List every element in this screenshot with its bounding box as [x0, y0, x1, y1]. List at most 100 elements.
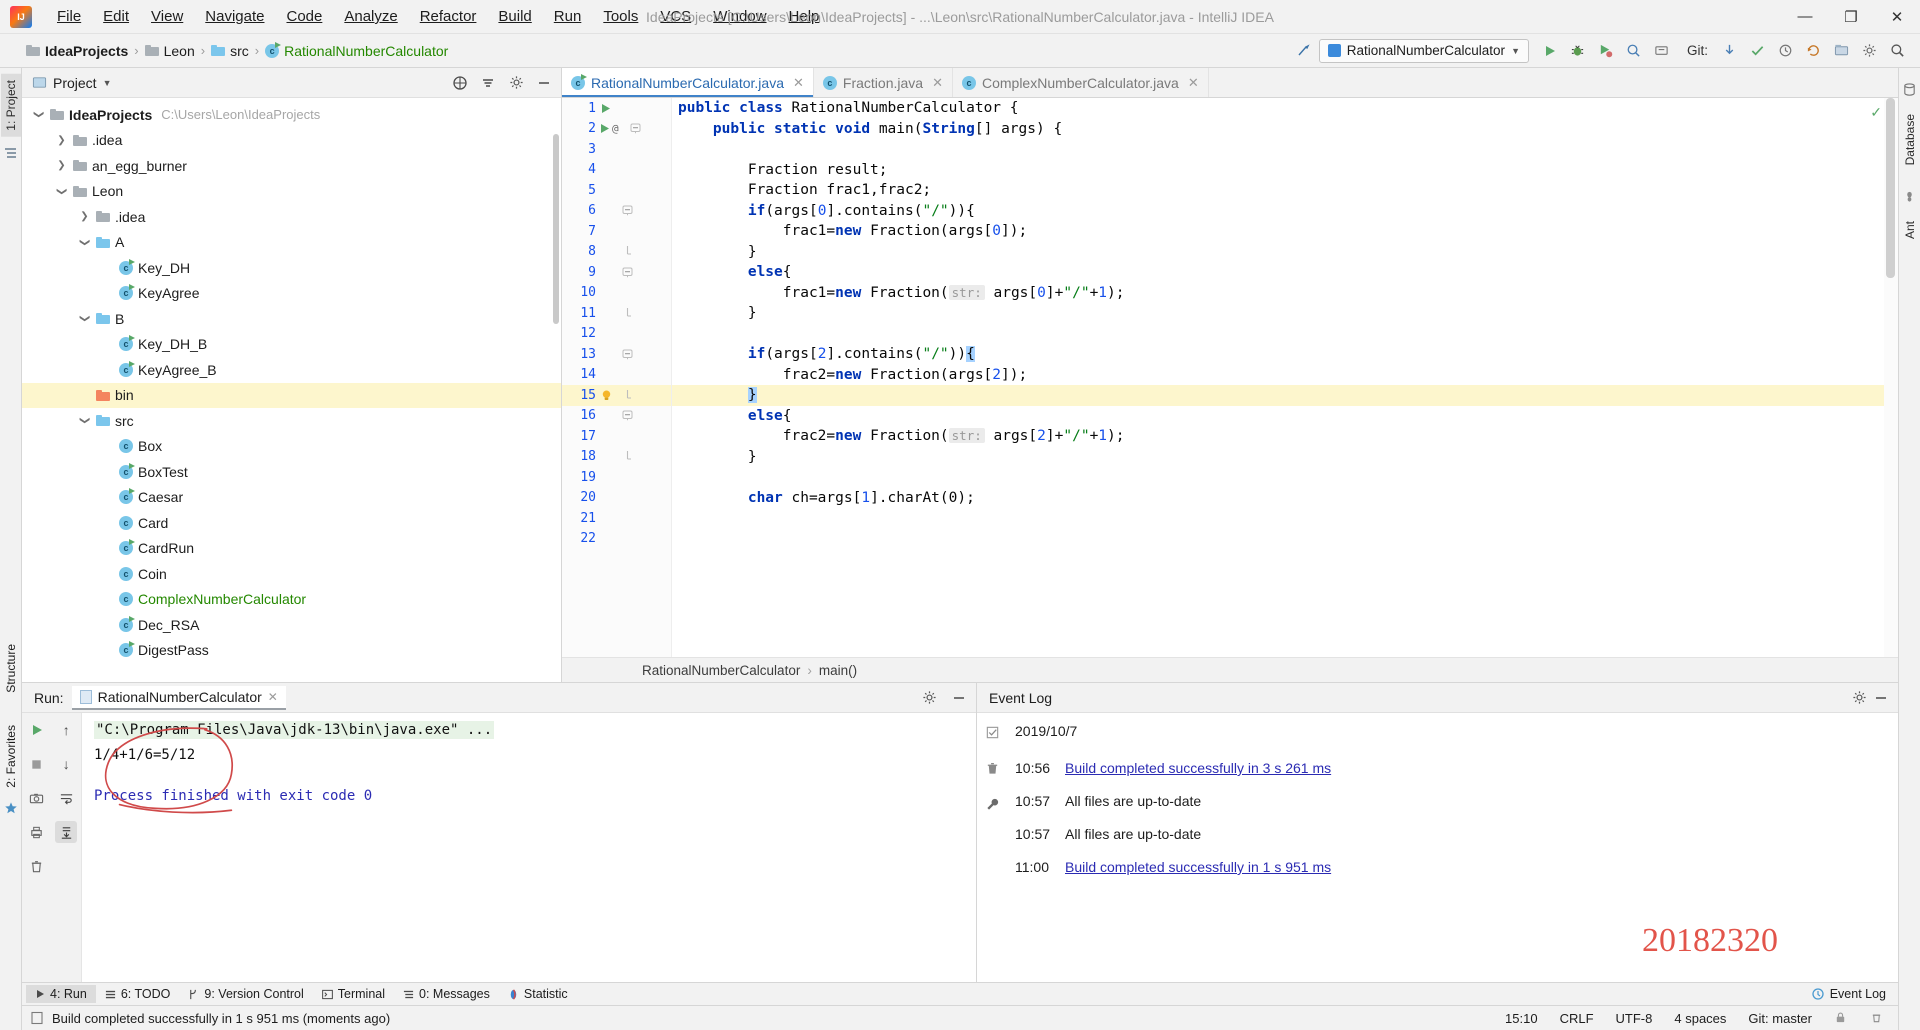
soft-wrap-icon[interactable] [55, 787, 77, 809]
gutter-line[interactable]: 1 [562, 98, 671, 119]
sidebar-tab-structure[interactable]: Structure [2, 640, 20, 697]
tree-node[interactable]: c Key_DH_B [22, 332, 561, 358]
chevron-down-icon[interactable]: ❯ [79, 236, 90, 249]
code-line[interactable]: char ch=args[1].charAt(0); [678, 488, 1884, 509]
breadcrumb-leon[interactable]: Leon [141, 41, 199, 61]
close-button[interactable]: ✕ [1874, 0, 1920, 34]
fold-end-icon[interactable] [622, 307, 644, 319]
code-line[interactable]: if(args[0].contains("/")){ [678, 201, 1884, 222]
event-log-link[interactable]: Build completed successfully in 3 s 261 … [1065, 760, 1331, 776]
scrollbar-thumb[interactable] [1886, 98, 1895, 278]
fold-collapse-icon[interactable] [622, 349, 644, 360]
menu-refactor[interactable]: Refactor [409, 4, 488, 29]
toolwindow-messages[interactable]: 0: Messages [394, 985, 499, 1003]
toolwindow-todo[interactable]: 6: TODO [96, 985, 180, 1003]
code-line[interactable]: frac2=new Fraction(args[2]); [678, 365, 1884, 386]
gutter-line[interactable]: 11 [562, 303, 671, 324]
tree-node[interactable]: c Dec_RSA [22, 612, 561, 638]
rerun-icon[interactable] [26, 719, 48, 741]
fold-end-icon[interactable] [622, 451, 644, 462]
gutter-line[interactable]: 12 [562, 324, 671, 345]
toolwindow-terminal[interactable]: Terminal [313, 985, 394, 1003]
code-line[interactable]: public static void main(String[] args) { [678, 119, 1884, 140]
tree-node[interactable]: c Key_DH [22, 255, 561, 281]
event-log-gear-icon[interactable] [1848, 687, 1870, 709]
status-indent[interactable]: 4 spaces [1674, 1011, 1726, 1026]
tree-node[interactable]: c KeyAgree_B [22, 357, 561, 383]
gutter-line[interactable]: 8 [562, 242, 671, 263]
breadcrumb-class[interactable]: c RationalNumberCalculator [261, 41, 452, 61]
favorites-star-icon[interactable] [4, 801, 18, 815]
breadcrumb-ideaprojects[interactable]: IdeaProjects [22, 41, 132, 61]
gutter-line[interactable]: 2 @ [562, 119, 671, 140]
chevron-down-icon[interactable]: ▼ [103, 78, 112, 88]
commit-icon[interactable] [1744, 38, 1770, 64]
fold-end-icon[interactable] [622, 246, 644, 257]
tree-node[interactable]: ❯ B [22, 306, 561, 332]
delete-icon[interactable] [26, 855, 48, 877]
hide-panel-icon[interactable] [533, 72, 555, 94]
tree-node[interactable]: c Coin [22, 561, 561, 587]
toolwindow-version-control[interactable]: 9: Version Control [179, 985, 312, 1003]
tab-close-icon[interactable]: ✕ [932, 75, 943, 91]
fold-collapse-icon[interactable] [622, 205, 644, 216]
breadcrumb-class-name[interactable]: RationalNumberCalculator [642, 663, 800, 678]
code-line[interactable]: else{ [678, 262, 1884, 283]
status-git-branch[interactable]: Git: master [1748, 1011, 1812, 1026]
panel-settings-gear-icon[interactable] [505, 72, 527, 94]
run-with-coverage-button[interactable] [1593, 38, 1619, 64]
search-icon[interactable] [1884, 38, 1910, 64]
tree-node[interactable]: c BoxTest [22, 459, 561, 485]
project-structure-icon[interactable] [1828, 38, 1854, 64]
breadcrumb-method-name[interactable]: main() [819, 663, 857, 678]
database-panel-icon[interactable] [1902, 82, 1918, 98]
chevron-down-icon[interactable]: ❯ [79, 312, 90, 325]
print-icon[interactable] [26, 821, 48, 843]
menu-view[interactable]: View [140, 4, 194, 29]
settings-wrench-icon[interactable] [981, 793, 1003, 815]
chevron-right-icon[interactable]: ❯ [78, 211, 91, 222]
run-hide-icon[interactable] [948, 687, 970, 709]
up-arrow-icon[interactable]: ↑ [55, 719, 77, 741]
tree-node[interactable]: c Caesar [22, 485, 561, 511]
code-editor[interactable]: 1 2 @3 4 5 6 7 8 9 10 11 12 13 14 15 16 17 18 19 20 21 22 pub… [562, 98, 1898, 657]
gutter-line[interactable]: 6 [562, 201, 671, 222]
code-line[interactable]: frac2=new Fraction(str: args[2]+"/"+1); [678, 426, 1884, 447]
chevron-down-icon[interactable]: ❯ [79, 414, 90, 427]
tab-close-icon[interactable]: ✕ [793, 75, 804, 91]
history-icon[interactable] [1772, 38, 1798, 64]
code-line[interactable] [678, 139, 1884, 160]
tree-node[interactable]: c CardRun [22, 536, 561, 562]
gutter-line[interactable]: 18 [562, 447, 671, 468]
fold-collapse-icon[interactable] [630, 123, 652, 134]
sidebar-tab-ant[interactable]: Ant [1900, 215, 1920, 245]
code-line[interactable]: public class RationalNumberCalculator { [678, 98, 1884, 119]
menu-build[interactable]: Build [487, 4, 542, 29]
toolwindow-run[interactable]: 4: Run [26, 985, 96, 1003]
run-settings-gear-icon[interactable] [918, 687, 940, 709]
gutter-line[interactable]: 19 [562, 467, 671, 488]
chevron-down-icon[interactable]: ❯ [56, 185, 67, 198]
gutter-line[interactable]: 13 [562, 344, 671, 365]
menu-analyze[interactable]: Analyze [333, 4, 408, 29]
code-line[interactable]: } [672, 385, 1884, 406]
tree-node[interactable]: ❯ .idea [22, 128, 561, 154]
tab-close-icon[interactable]: ✕ [1188, 75, 1199, 91]
structure-icon[interactable] [3, 145, 19, 161]
menu-navigate[interactable]: Navigate [194, 4, 275, 29]
run-configuration-selector[interactable]: RationalNumberCalculator ▼ [1318, 38, 1529, 63]
tree-node[interactable]: ❯ src [22, 408, 561, 434]
down-arrow-icon[interactable]: ↓ [55, 753, 77, 775]
gutter-line[interactable]: 14 [562, 365, 671, 386]
attach-debugger-button[interactable] [1649, 38, 1675, 64]
sidebar-tab-project[interactable]: 1: Project [0, 74, 21, 137]
clear-log-icon[interactable] [981, 757, 1003, 779]
code-line[interactable] [678, 324, 1884, 345]
maximize-button[interactable]: ❐ [1828, 0, 1874, 34]
editor-gutter[interactable]: 1 2 @3 4 5 6 7 8 9 10 11 12 13 14 15 16 17 18 19 20 21 22 [562, 98, 672, 657]
update-project-icon[interactable] [1716, 38, 1742, 64]
mark-read-icon[interactable] [981, 721, 1003, 743]
code-line[interactable]: Fraction result; [678, 160, 1884, 181]
tree-node[interactable]: ❯ IdeaProjects C:\Users\Leon\IdeaProjects [22, 102, 561, 128]
code-line[interactable]: } [678, 242, 1884, 263]
